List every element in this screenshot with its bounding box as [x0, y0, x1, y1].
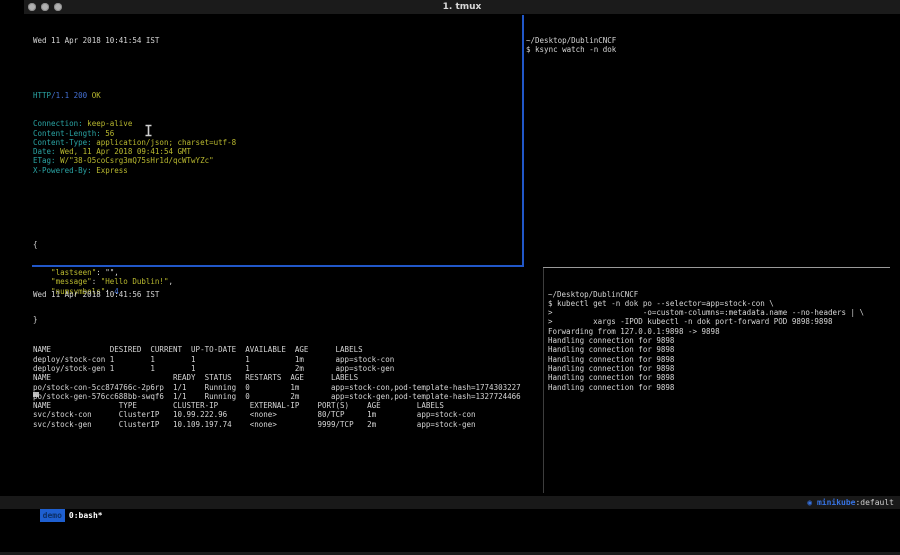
kubectl-tables: NAME DESIRED CURRENT UP-TO-DATE AVAILABL…: [33, 345, 521, 429]
timestamp: Wed 11 Apr 2018 10:41:56 IST: [33, 290, 521, 299]
ksync-output: ~/Desktop/DublinCNCF $ ksync watch -n do…: [526, 36, 616, 55]
window-titlebar: 1. tmux: [24, 0, 900, 14]
kubernetes-helm-icon: ◉: [807, 498, 812, 507]
http-header-line: Connection: keep-alive: [33, 119, 236, 128]
pane-kubectl-resources[interactable]: Wed 11 Apr 2018 10:41:56 IST NAME DESIRE…: [33, 271, 521, 438]
pane-divider-top-vertical[interactable]: [522, 15, 524, 267]
window-title: 1. tmux: [24, 0, 900, 14]
table-services: NAME TYPE CLUSTER-IP EXTERNAL-IP PORT(S)…: [33, 401, 521, 429]
kube-context-name: minikube: [817, 498, 856, 507]
http-version-status: /1.1 200: [51, 91, 87, 100]
http-header-line: X-Powered-By: Express: [33, 166, 236, 175]
http-protocol: HTTP: [33, 91, 51, 100]
http-status-line: HTTP/1.1 200 OK: [33, 91, 236, 100]
http-header-line: Content-Length: 56: [33, 129, 236, 138]
http-header-line: ETag: W/"38-O5coCsrg3mQ75sHr1d/qcWTwYZc": [33, 156, 236, 165]
window-tab[interactable]: 0:bash*: [69, 511, 103, 520]
table-pods: NAME READY STATUS RESTARTS AGE LABELS po…: [33, 373, 521, 401]
port-forward-output: ~/Desktop/DublinCNCF $ kubectl get -n do…: [548, 290, 864, 392]
kube-context-status: ◉ minikube:default: [807, 496, 894, 509]
http-header-line: Date: Wed, 11 Apr 2018 09:41:54 GMT: [33, 147, 236, 156]
table-deployments: NAME DESIRED CURRENT UP-TO-DATE AVAILABL…: [33, 345, 521, 373]
timestamp: Wed 11 Apr 2018 10:41:54 IST: [33, 36, 236, 45]
session-name-badge[interactable]: demo: [40, 509, 65, 522]
http-headers: Connection: keep-aliveContent-Length: 56…: [33, 119, 236, 175]
http-status-text: OK: [92, 91, 101, 100]
kube-namespace: :default: [855, 498, 894, 507]
mouse-ibeam-pointer: [144, 124, 153, 137]
pane-port-forward[interactable]: ~/Desktop/DublinCNCF $ kubectl get -n do…: [548, 271, 864, 401]
pane-divider-left-horizontal[interactable]: [32, 265, 522, 267]
tmux-status-bar: demo0:bash* ◉ minikube:default: [0, 496, 900, 509]
pane-ksync[interactable]: ~/Desktop/DublinCNCF $ ksync watch -n do…: [526, 17, 616, 63]
json-open-brace: {: [33, 240, 236, 249]
pane-divider-bottom-vertical[interactable]: [543, 268, 544, 493]
pane-divider-right-horizontal[interactable]: [543, 267, 890, 268]
http-header-line: Content-Type: application/json; charset=…: [33, 138, 236, 147]
